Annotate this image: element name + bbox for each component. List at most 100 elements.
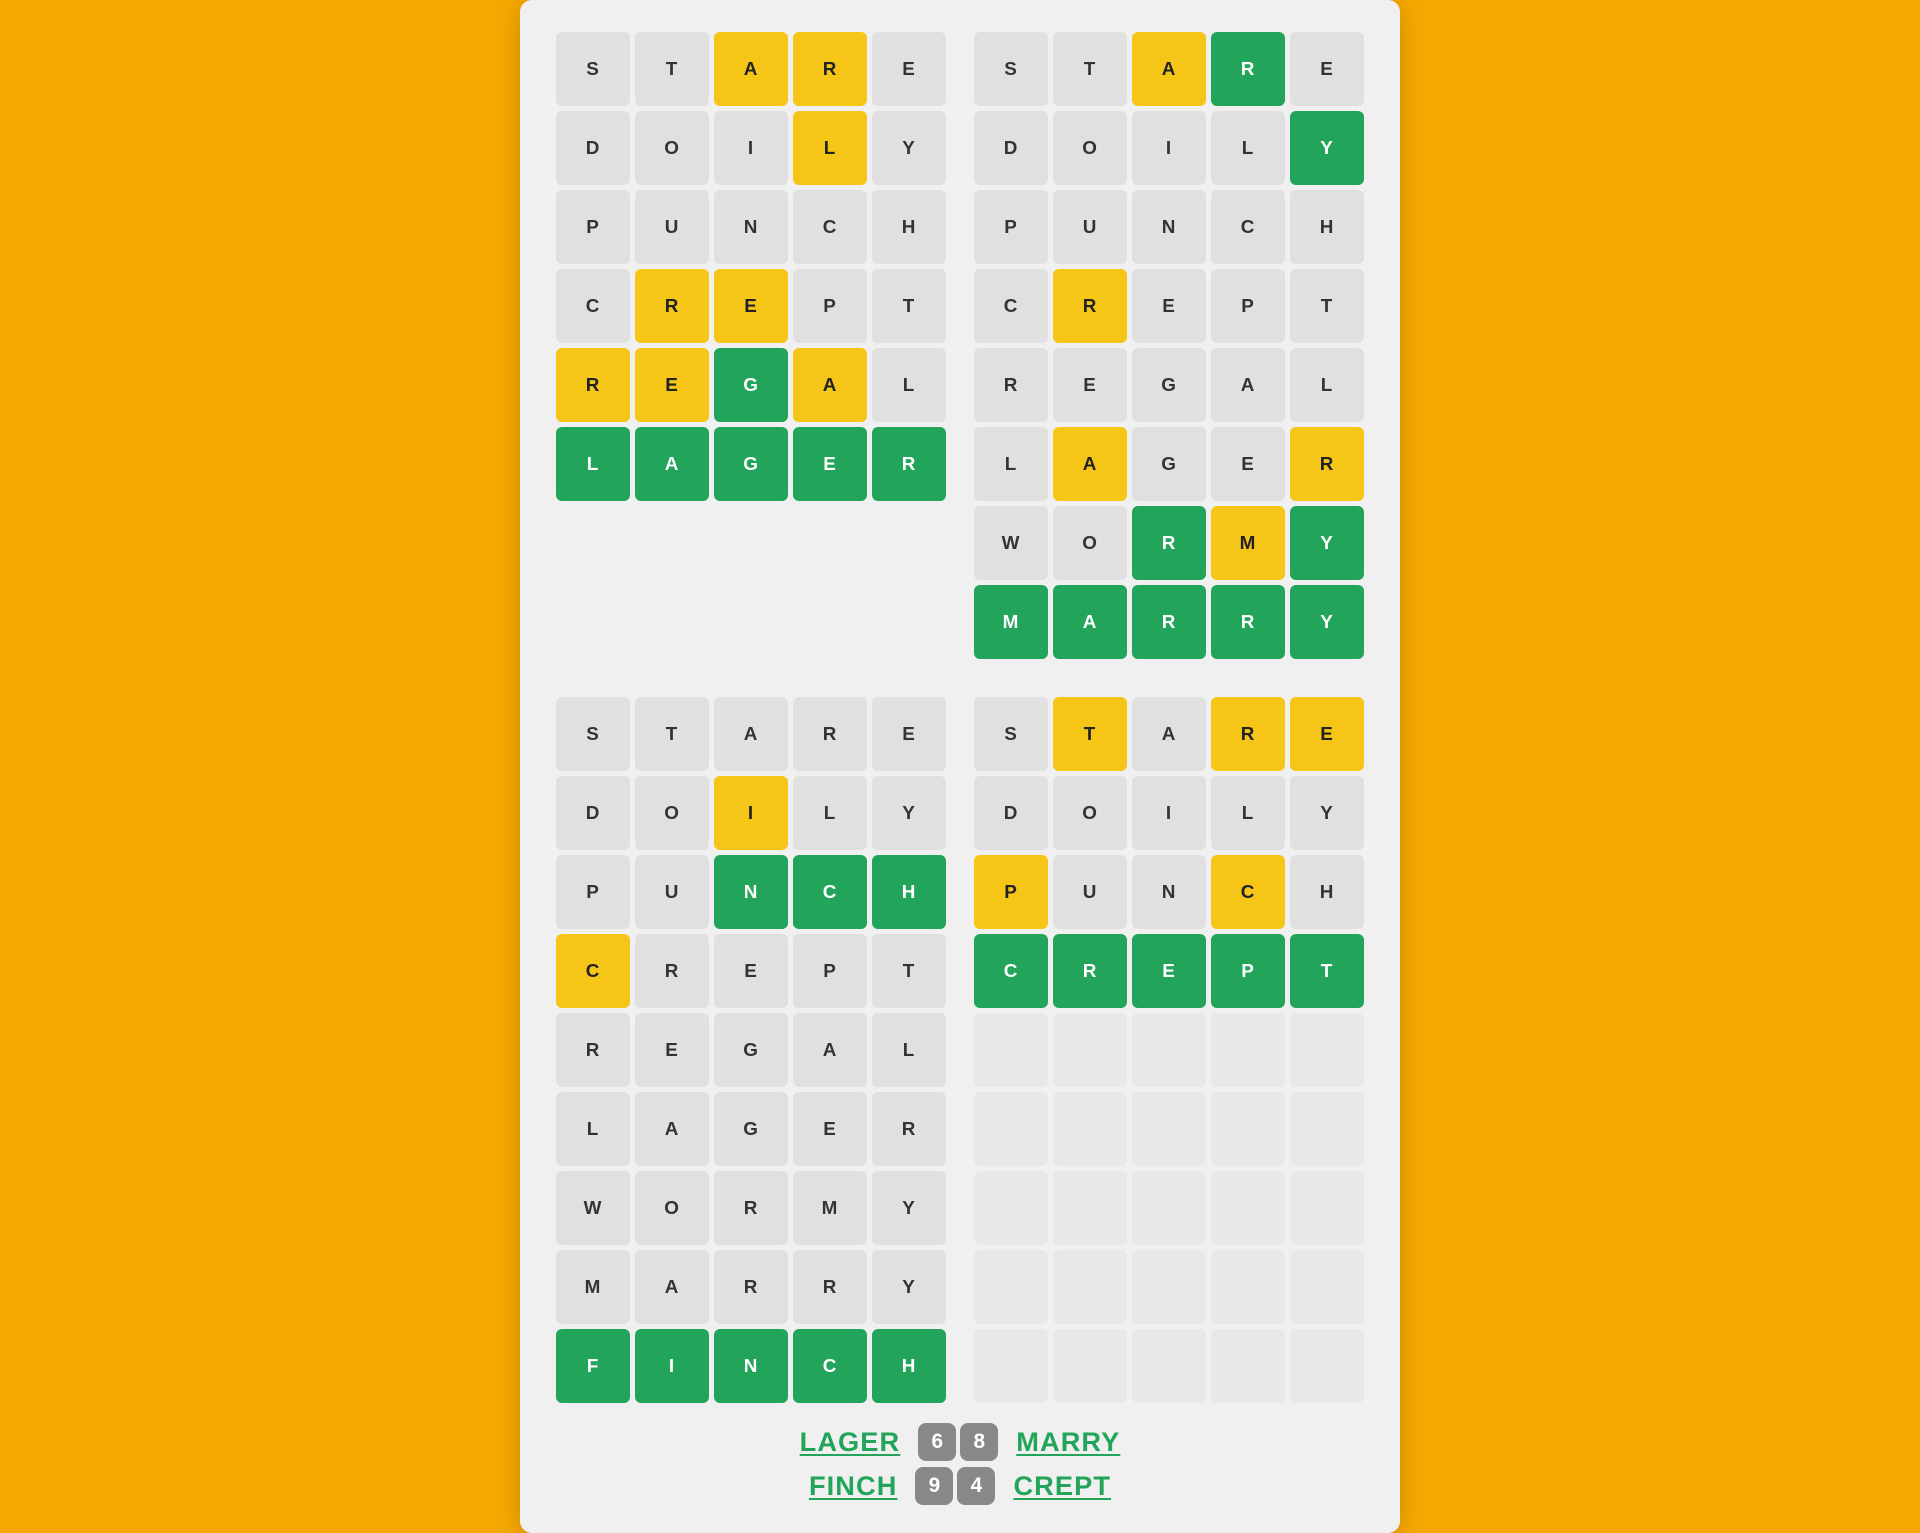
cell-grid-bottom-right-7-3	[1211, 1250, 1285, 1324]
cell-grid-bottom-right-2-4: H	[1290, 855, 1364, 929]
cell-grid-top-right-0-0: S	[974, 32, 1048, 106]
answer-word-lager: LAGER	[800, 1426, 901, 1458]
cell-grid-bottom-left-4-3: A	[793, 1013, 867, 1087]
cell-grid-bottom-left-4-2: G	[714, 1013, 788, 1087]
cell-grid-top-left-3-1: R	[635, 269, 709, 343]
cell-grid-bottom-left-4-0: R	[556, 1013, 630, 1087]
cell-grid-bottom-left-2-2: N	[714, 855, 788, 929]
results-bar: LAGER 6 8 MARRY FINCH 9 4 CREPT	[556, 1423, 1364, 1505]
cell-grid-top-left-5-2: G	[714, 427, 788, 501]
cell-grid-bottom-right-0-0: S	[974, 697, 1048, 771]
cell-grid-bottom-right-8-4	[1290, 1329, 1364, 1403]
top-grids-row: STAREDOILYPUNCHCREPTREGALLAGER STAREDOIL…	[556, 32, 1364, 659]
cell-grid-top-left-2-4: H	[872, 190, 946, 264]
cell-grid-bottom-left-7-3: R	[793, 1250, 867, 1324]
cell-grid-top-left-2-3: C	[793, 190, 867, 264]
cell-grid-top-right-5-4: R	[1290, 427, 1364, 501]
cell-grid-bottom-left-8-3: C	[793, 1329, 867, 1403]
cell-grid-bottom-right-3-4: T	[1290, 934, 1364, 1008]
cell-grid-bottom-right-4-0	[974, 1013, 1048, 1087]
cell-grid-bottom-right-5-4	[1290, 1092, 1364, 1166]
cell-grid-bottom-right-7-0	[974, 1250, 1048, 1324]
cell-grid-bottom-right-5-1	[1053, 1092, 1127, 1166]
cell-grid-top-left-5-0: L	[556, 427, 630, 501]
cell-grid-top-left-0-4: E	[872, 32, 946, 106]
cell-grid-top-left-0-2: A	[714, 32, 788, 106]
cell-grid-top-right-2-3: C	[1211, 190, 1285, 264]
cell-grid-top-right-5-2: G	[1132, 427, 1206, 501]
cell-grid-bottom-right-8-1	[1053, 1329, 1127, 1403]
bottom-grids-row: STAREDOILYPUNCHCREPTREGALLAGERWORMYMARRY…	[556, 697, 1364, 1403]
cell-grid-bottom-right-5-0	[974, 1092, 1048, 1166]
cell-grid-bottom-right-1-1: O	[1053, 776, 1127, 850]
cell-grid-bottom-left-5-1: A	[635, 1092, 709, 1166]
cell-grid-top-left-1-1: O	[635, 111, 709, 185]
cell-grid-bottom-right-6-0	[974, 1171, 1048, 1245]
cell-grid-bottom-right-1-4: Y	[1290, 776, 1364, 850]
cell-grid-bottom-right-0-2: A	[1132, 697, 1206, 771]
cell-grid-top-left-3-0: C	[556, 269, 630, 343]
cell-grid-bottom-right-6-4	[1290, 1171, 1364, 1245]
result-row-1: LAGER 6 8 MARRY	[800, 1423, 1121, 1461]
cell-grid-bottom-left-6-1: O	[635, 1171, 709, 1245]
cell-grid-bottom-left-1-0: D	[556, 776, 630, 850]
cell-grid-bottom-left-3-4: T	[872, 934, 946, 1008]
cell-grid-bottom-left-5-0: L	[556, 1092, 630, 1166]
cell-grid-bottom-right-2-1: U	[1053, 855, 1127, 929]
cell-grid-bottom-left-2-1: U	[635, 855, 709, 929]
cell-grid-top-left-4-3: A	[793, 348, 867, 422]
cell-grid-top-right-2-4: H	[1290, 190, 1364, 264]
cell-grid-top-right-3-3: P	[1211, 269, 1285, 343]
cell-grid-bottom-left-7-1: A	[635, 1250, 709, 1324]
cell-grid-top-left-1-2: I	[714, 111, 788, 185]
cell-grid-top-left-5-4: R	[872, 427, 946, 501]
cell-grid-bottom-right-0-4: E	[1290, 697, 1364, 771]
cell-grid-bottom-right-5-3	[1211, 1092, 1285, 1166]
cell-grid-top-right-2-0: P	[974, 190, 1048, 264]
cell-grid-bottom-right-8-2	[1132, 1329, 1206, 1403]
cell-grid-top-left-3-2: E	[714, 269, 788, 343]
cell-grid-bottom-left-3-2: E	[714, 934, 788, 1008]
cell-grid-bottom-right-6-2	[1132, 1171, 1206, 1245]
score-badge-6: 6	[918, 1423, 956, 1461]
cell-grid-bottom-left-3-3: P	[793, 934, 867, 1008]
cell-grid-top-right-4-0: R	[974, 348, 1048, 422]
cell-grid-bottom-left-4-1: E	[635, 1013, 709, 1087]
cell-grid-bottom-right-1-0: D	[974, 776, 1048, 850]
cell-grid-bottom-left-3-1: R	[635, 934, 709, 1008]
cell-grid-bottom-right-3-0: C	[974, 934, 1048, 1008]
cell-grid-top-left-2-2: N	[714, 190, 788, 264]
grid-top-right: STAREDOILYPUNCHCREPTREGALLAGERWORMYMARRY	[974, 32, 1364, 659]
cell-grid-top-right-7-2: R	[1132, 585, 1206, 659]
cell-grid-top-right-6-0: W	[974, 506, 1048, 580]
cell-grid-bottom-left-0-4: E	[872, 697, 946, 771]
cell-grid-top-right-0-2: A	[1132, 32, 1206, 106]
cell-grid-top-right-3-1: R	[1053, 269, 1127, 343]
cell-grid-top-right-7-0: M	[974, 585, 1048, 659]
cell-grid-top-left-1-0: D	[556, 111, 630, 185]
cell-grid-top-right-7-1: A	[1053, 585, 1127, 659]
cell-grid-bottom-right-3-1: R	[1053, 934, 1127, 1008]
cell-grid-top-right-1-0: D	[974, 111, 1048, 185]
cell-grid-bottom-left-8-1: I	[635, 1329, 709, 1403]
cell-grid-bottom-left-8-0: F	[556, 1329, 630, 1403]
cell-grid-top-right-0-3: R	[1211, 32, 1285, 106]
answer-word-marry: MARRY	[1016, 1426, 1120, 1458]
cell-grid-bottom-right-8-3	[1211, 1329, 1285, 1403]
cell-grid-top-right-3-4: T	[1290, 269, 1364, 343]
cell-grid-top-right-6-4: Y	[1290, 506, 1364, 580]
cell-grid-top-left-1-3: L	[793, 111, 867, 185]
cell-grid-bottom-left-3-0: C	[556, 934, 630, 1008]
cell-grid-top-left-2-0: P	[556, 190, 630, 264]
cell-grid-bottom-left-2-0: P	[556, 855, 630, 929]
cell-grid-bottom-left-1-2: I	[714, 776, 788, 850]
cell-grid-top-left-0-1: T	[635, 32, 709, 106]
cell-grid-bottom-left-2-4: H	[872, 855, 946, 929]
cell-grid-bottom-left-7-2: R	[714, 1250, 788, 1324]
cell-grid-top-left-5-1: A	[635, 427, 709, 501]
cell-grid-bottom-right-0-3: R	[1211, 697, 1285, 771]
cell-grid-bottom-left-5-4: R	[872, 1092, 946, 1166]
score-badges-1: 6 8	[918, 1423, 998, 1461]
cell-grid-bottom-left-2-3: C	[793, 855, 867, 929]
cell-grid-bottom-right-5-2	[1132, 1092, 1206, 1166]
